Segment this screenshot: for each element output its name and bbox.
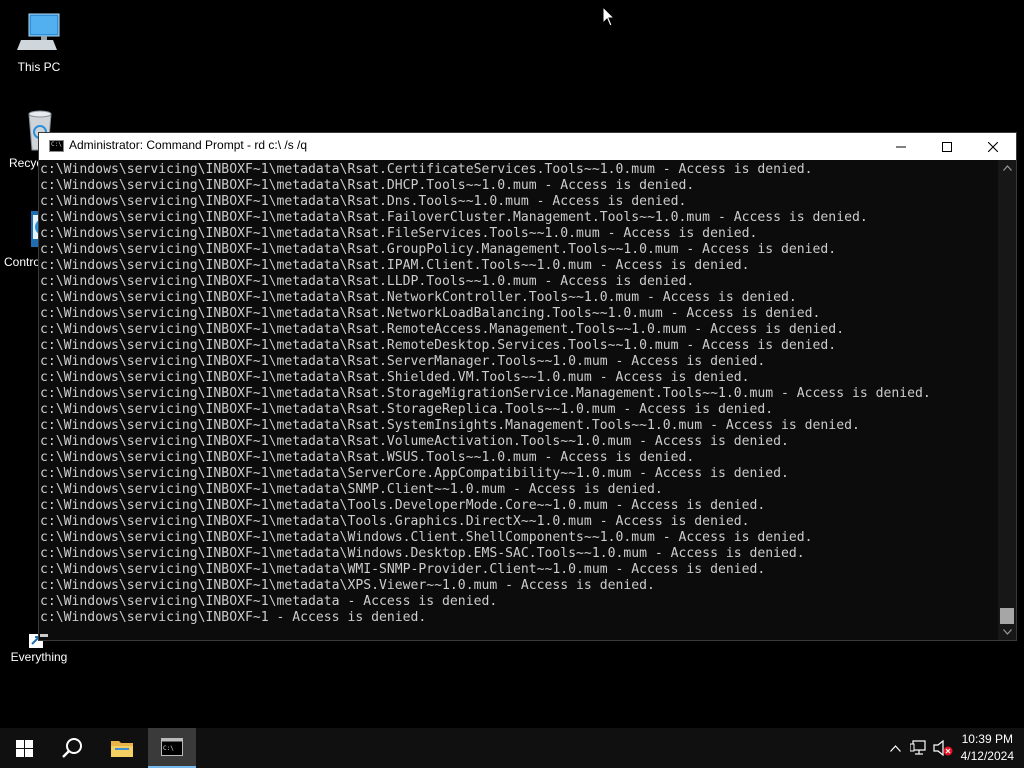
console-line: c:\Windows\servicing\INBOXF~1\metadata\W…: [40, 562, 766, 577]
console-line: c:\Windows\servicing\INBOXF~1\metadata\R…: [40, 178, 695, 193]
scroll-down-button[interactable]: [998, 624, 1016, 640]
maximize-button[interactable]: [924, 133, 970, 160]
start-button[interactable]: [0, 728, 48, 768]
command-prompt-taskbar-button[interactable]: C:\: [148, 728, 196, 768]
command-prompt-icon: C:\: [161, 738, 183, 756]
console-line: c:\Windows\servicing\INBOXF~1\metadata\T…: [40, 514, 750, 529]
console-line: c:\Windows\servicing\INBOXF~1\metadata\R…: [40, 258, 750, 273]
console-line: c:\Windows\servicing\INBOXF~1\metadata\R…: [40, 210, 868, 225]
console-line: c:\Windows\servicing\INBOXF~1\metadata\R…: [40, 194, 687, 209]
vertical-scrollbar[interactable]: [998, 160, 1016, 640]
console-line: c:\Windows\servicing\INBOXF~1\metadata\T…: [40, 498, 766, 513]
scroll-up-button[interactable]: [998, 160, 1016, 176]
console-line: c:\Windows\servicing\INBOXF~1\metadata\R…: [40, 370, 750, 385]
console-line: c:\Windows\servicing\INBOXF~1\metadata\R…: [40, 306, 821, 321]
text-cursor: [40, 634, 48, 637]
command-prompt-icon: [49, 140, 64, 152]
console-line: c:\Windows\servicing\INBOXF~1\metadata\S…: [40, 466, 789, 481]
console-line: c:\Windows\servicing\INBOXF~1\metadata -…: [40, 594, 498, 609]
search-button[interactable]: [48, 728, 96, 768]
console-line: c:\Windows\servicing\INBOXF~1\metadata\X…: [40, 578, 655, 593]
maximize-icon: [942, 141, 952, 152]
volume-button[interactable]: [932, 728, 954, 768]
window-titlebar[interactable]: Administrator: Command Prompt - rd c:\ /…: [39, 133, 1016, 160]
console-line: c:\Windows\servicing\INBOXF~1\metadata\W…: [40, 546, 805, 561]
taskbar-clock[interactable]: 10:39 PM 4/12/2024: [961, 731, 1014, 765]
console-output[interactable]: c:\Windows\servicing\INBOXF~1\metadata\R…: [39, 160, 998, 640]
volume-muted-icon: [933, 740, 953, 756]
console-line: c:\Windows\servicing\INBOXF~1\metadata\R…: [40, 162, 813, 177]
console-line: c:\Windows\servicing\INBOXF~1\metadata\R…: [40, 354, 766, 369]
show-hidden-icons-button[interactable]: [886, 728, 904, 768]
clock-time: 10:39 PM: [961, 732, 1013, 746]
folder-icon: [111, 741, 133, 757]
scrollbar-thumb[interactable]: [1000, 608, 1014, 624]
chevron-up-icon: [1002, 165, 1012, 171]
console-line: c:\Windows\servicing\INBOXF~1 - Access i…: [40, 610, 427, 625]
window-title: Administrator: Command Prompt - rd c:\ /…: [69, 138, 308, 152]
console-line: c:\Windows\servicing\INBOXF~1\metadata\R…: [40, 418, 860, 433]
console-line: c:\Windows\servicing\INBOXF~1\metadata\R…: [40, 322, 845, 337]
minimize-button[interactable]: [878, 133, 924, 160]
close-icon: [988, 141, 998, 152]
console-line: c:\Windows\servicing\INBOXF~1\metadata\R…: [40, 290, 797, 305]
desktop-icon-this-pc[interactable]: This PC: [1, 10, 77, 74]
svg-text:C:\: C:\: [163, 745, 174, 752]
close-button[interactable]: [970, 133, 1016, 160]
computer-icon: [15, 10, 63, 58]
windows-logo-icon: [15, 739, 33, 757]
console-line: c:\Windows\servicing\INBOXF~1\metadata\R…: [40, 242, 837, 257]
console-line: c:\Windows\servicing\INBOXF~1\metadata\S…: [40, 482, 663, 497]
console-line: c:\Windows\servicing\INBOXF~1\metadata\R…: [40, 386, 931, 401]
console-line: c:\Windows\servicing\INBOXF~1\metadata\W…: [40, 530, 813, 545]
chevron-up-icon: [889, 744, 901, 752]
search-icon: [62, 738, 82, 758]
clock-date: 4/12/2024: [960, 749, 1014, 763]
mouse-cursor-icon: [602, 5, 616, 28]
command-prompt-window[interactable]: Administrator: Command Prompt - rd c:\ /…: [38, 132, 1017, 641]
network-icon: [910, 740, 926, 755]
desktop-icon-label: This PC: [17, 60, 61, 74]
console-line: c:\Windows\servicing\INBOXF~1\metadata\R…: [40, 226, 758, 241]
file-explorer-button[interactable]: [98, 728, 146, 768]
desktop-icon-label: Everything: [10, 650, 68, 664]
console-line: c:\Windows\servicing\INBOXF~1\metadata\R…: [40, 338, 837, 353]
chevron-down-icon: [1002, 629, 1012, 635]
console-line: c:\Windows\servicing\INBOXF~1\metadata\R…: [40, 434, 789, 449]
console-cursor-line: [40, 626, 998, 640]
minimize-icon: [896, 146, 906, 147]
console-line: c:\Windows\servicing\INBOXF~1\metadata\R…: [40, 274, 695, 289]
taskbar: C:\ 10:39 PM 4/12/2024: [0, 728, 1024, 768]
console-line: c:\Windows\servicing\INBOXF~1\metadata\R…: [40, 402, 774, 417]
console-line: c:\Windows\servicing\INBOXF~1\metadata\R…: [40, 450, 695, 465]
network-button[interactable]: [908, 728, 930, 768]
